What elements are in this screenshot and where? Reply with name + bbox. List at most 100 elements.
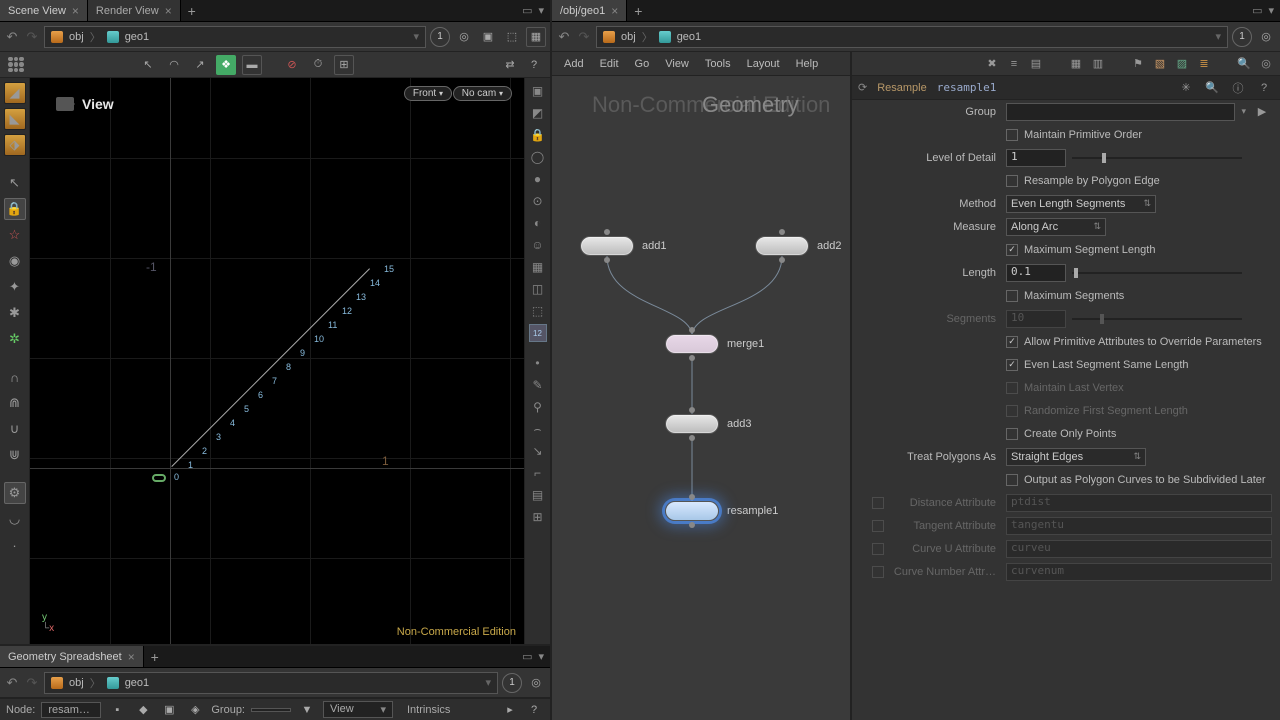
tangent-attr-check[interactable]: [872, 520, 884, 532]
view-select[interactable]: View ▾: [323, 701, 393, 718]
dwand-icon[interactable]: ⚲: [529, 398, 547, 416]
menu-caret-icon[interactable]: ▾: [538, 650, 544, 663]
menu-edit[interactable]: Edit: [592, 55, 627, 73]
help-icon[interactable]: ?: [524, 55, 544, 75]
node-merge1[interactable]: merge1: [665, 334, 764, 354]
handles-grid-icon[interactable]: [6, 55, 26, 75]
group-field[interactable]: [251, 708, 291, 712]
info-icon[interactable]: ⓘ: [1228, 78, 1248, 98]
flag-icon[interactable]: ⚑: [1128, 54, 1148, 74]
dbrush-icon[interactable]: ✎: [529, 376, 547, 394]
dtype1-icon[interactable]: ▣: [529, 82, 547, 100]
attr-pt-icon[interactable]: ▪: [107, 700, 127, 720]
tab-geometry-spreadsheet[interactable]: Geometry Spreadsheet ×: [0, 646, 144, 667]
restore-icon[interactable]: ▭: [1252, 4, 1262, 17]
link-icon[interactable]: ◎: [526, 673, 546, 693]
tab-network-path[interactable]: /obj/geo1 ×: [552, 0, 627, 21]
wrench-icon[interactable]: ✖: [982, 54, 1002, 74]
grid2-icon[interactable]: ▥: [1088, 54, 1108, 74]
lod-input[interactable]: 1: [1006, 149, 1066, 167]
grid-icon[interactable]: ▦: [1066, 54, 1086, 74]
node-add1[interactable]: add1: [580, 236, 666, 256]
maintain-prim-check[interactable]: [1006, 129, 1018, 141]
group-caret-icon[interactable]: ▾: [1241, 106, 1246, 117]
layout-icon[interactable]: ⇄: [500, 55, 520, 75]
dpoint-icon[interactable]: ⊙: [529, 192, 547, 210]
length-slider[interactable]: [1072, 266, 1242, 280]
link-icon[interactable]: ◎: [454, 27, 474, 47]
curvenum-attr-check[interactable]: [872, 566, 884, 578]
magnet4-icon[interactable]: ⋓: [4, 444, 26, 466]
nav-back-icon[interactable]: ↶: [4, 675, 20, 691]
menu-add[interactable]: Add: [556, 55, 592, 73]
group-input[interactable]: [1006, 103, 1235, 121]
select-group-icon[interactable]: ▶: [1252, 102, 1272, 122]
person-icon[interactable]: ☆: [4, 224, 26, 246]
dperson-icon[interactable]: ☺: [529, 236, 547, 254]
node-add3[interactable]: add3: [665, 414, 751, 434]
search2-icon[interactable]: 🔍: [1202, 78, 1222, 98]
dlay-icon[interactable]: ▤: [529, 486, 547, 504]
cam-icon2[interactable]: ✦: [4, 276, 26, 298]
tab-add-button[interactable]: +: [144, 649, 166, 665]
magnet1-icon[interactable]: ∩: [4, 366, 26, 388]
node-resample1[interactable]: resample1: [665, 501, 778, 521]
clock-icon[interactable]: ⏱: [308, 55, 328, 75]
menu-help[interactable]: Help: [788, 55, 827, 73]
link-icon[interactable]: ◎: [1256, 27, 1276, 47]
cube-icon[interactable]: ▣: [478, 27, 498, 47]
pin-badge[interactable]: 1: [430, 27, 450, 47]
create-only-pts-check[interactable]: [1006, 428, 1018, 440]
menu-view[interactable]: View: [657, 55, 697, 73]
nav-back-icon[interactable]: ↶: [556, 29, 572, 45]
restore-icon[interactable]: ▭: [522, 4, 532, 17]
magnet2-icon[interactable]: ⋒: [4, 392, 26, 414]
attr-det-icon[interactable]: ◈: [185, 700, 205, 720]
gear-icon[interactable]: ✳: [1176, 78, 1196, 98]
curveu-attr-check[interactable]: [872, 543, 884, 555]
snap-icon[interactable]: ⬚: [502, 27, 522, 47]
pt-icon[interactable]: ·: [4, 534, 26, 556]
randomize-first-check[interactable]: [1006, 405, 1018, 417]
intrinsics-label[interactable]: Intrinsics: [407, 704, 450, 716]
dlock-icon[interactable]: 🔒: [529, 126, 547, 144]
method-select[interactable]: Even Length Segments⇅: [1006, 195, 1156, 213]
page-icon[interactable]: ▤: [1026, 54, 1046, 74]
nav-forward-icon[interactable]: ↷: [24, 675, 40, 691]
max-segments-check[interactable]: [1006, 290, 1018, 302]
axis-icon[interactable]: ✲: [4, 328, 26, 350]
shelf-tool1-icon[interactable]: ◢: [4, 82, 26, 104]
dtex-icon[interactable]: ◐: [529, 214, 547, 232]
menu-caret-icon[interactable]: ▾: [1268, 4, 1274, 17]
tab-close-icon[interactable]: ×: [128, 650, 135, 664]
help2-icon[interactable]: ?: [1254, 78, 1274, 98]
dopt-icon[interactable]: ⊞: [529, 508, 547, 526]
dsep-icon[interactable]: ⌐: [529, 464, 547, 482]
gear-icon[interactable]: ⚙: [4, 482, 26, 504]
dcube2-icon[interactable]: ◫: [529, 280, 547, 298]
help-icon[interactable]: ?: [524, 700, 544, 720]
dcube-icon[interactable]: ▦: [529, 258, 547, 276]
menu-layout[interactable]: Layout: [739, 55, 788, 73]
nav-back-icon[interactable]: ↶: [4, 29, 20, 45]
render-icon[interactable]: ▦: [526, 27, 546, 47]
max-seg-len-check[interactable]: [1006, 244, 1018, 256]
maintain-last-vtx-check[interactable]: [1006, 382, 1018, 394]
length-input[interactable]: 0.1: [1006, 264, 1066, 282]
ddot-icon[interactable]: •: [529, 354, 547, 372]
cursor-icon[interactable]: ↖: [4, 172, 26, 194]
menu-go[interactable]: Go: [627, 55, 658, 73]
viewport-cam-select[interactable]: No cam ▾: [453, 86, 512, 101]
pin-badge[interactable]: 1: [502, 673, 522, 693]
search-icon[interactable]: 🔍: [1234, 54, 1254, 74]
tab-render-view[interactable]: Render View ×: [88, 0, 181, 21]
restore-icon[interactable]: ▭: [522, 650, 532, 663]
img-icon[interactable]: ▨: [1172, 54, 1192, 74]
dgrp-icon[interactable]: ⬚: [529, 302, 547, 320]
tab-scene-view[interactable]: Scene View ×: [0, 0, 88, 21]
tab-close-icon[interactable]: ×: [165, 4, 172, 18]
rect-select-icon[interactable]: ▬: [242, 55, 262, 75]
breadcrumb[interactable]: obj 〉 geo1 ▾: [44, 672, 498, 694]
snap-options-icon[interactable]: ❖: [216, 55, 236, 75]
dshade-icon[interactable]: ●: [529, 170, 547, 188]
